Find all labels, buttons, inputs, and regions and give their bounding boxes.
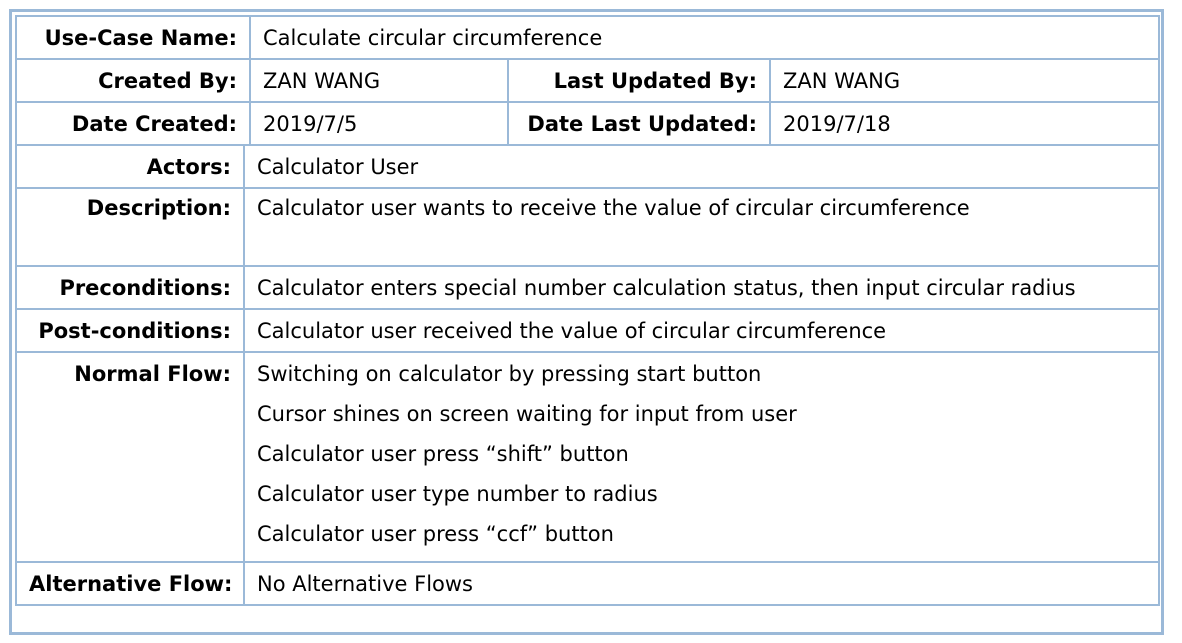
date-created-value: 2019/7/5 xyxy=(249,101,510,146)
use-case-name-row: Use-Case Name: Calculate circular circum… xyxy=(14,15,1161,60)
last-updated-by-value: ZAN WANG xyxy=(769,58,1161,103)
created-by-label: Created By: xyxy=(14,58,252,103)
date-created-row: Date Created: 2019/7/5 Date Last Updated… xyxy=(14,101,1161,146)
use-case-name-label: Use-Case Name: xyxy=(14,15,252,60)
normal-flow-step: Calculator user type number to radius xyxy=(257,482,658,506)
normal-flow-step: Calculator user press “ccf” button xyxy=(257,522,614,546)
normal-flow-row: Normal Flow: Switching on calculator by … xyxy=(15,351,1161,563)
preconditions-label: Preconditions: xyxy=(15,265,245,310)
postconditions-value: Calculator user received the value of ci… xyxy=(242,308,1161,353)
preconditions-row: Preconditions: Calculator enters special… xyxy=(15,265,1161,310)
actors-label: Actors: xyxy=(15,144,245,189)
use-case-name-value: Calculate circular circumference xyxy=(249,15,1161,60)
description-value: Calculator user wants to receive the val… xyxy=(242,187,1161,267)
normal-flow-label: Normal Flow: xyxy=(15,351,245,563)
created-by-row: Created By: ZAN WANG Last Updated By: ZA… xyxy=(14,58,1161,103)
alternative-flow-label: Alternative Flow: xyxy=(15,561,245,606)
date-created-label: Date Created: xyxy=(14,101,252,146)
date-last-updated-value: 2019/7/18 xyxy=(769,101,1161,146)
normal-flow-step: Cursor shines on screen waiting for inpu… xyxy=(257,402,797,426)
alternative-flow-value: No Alternative Flows xyxy=(242,561,1161,606)
normal-flow-step: Switching on calculator by pressing star… xyxy=(257,362,762,386)
last-updated-by-label: Last Updated By: xyxy=(507,58,772,103)
preconditions-value: Calculator enters special number calcula… xyxy=(242,265,1161,310)
normal-flow-cell: Switching on calculator by pressing star… xyxy=(242,351,1161,563)
postconditions-label: Post-conditions: xyxy=(15,308,245,353)
actors-value: Calculator User xyxy=(242,144,1161,189)
created-by-value: ZAN WANG xyxy=(249,58,510,103)
use-case-document: Use-Case Name: Calculate circular circum… xyxy=(9,9,1164,635)
alternative-flow-row: Alternative Flow: No Alternative Flows xyxy=(15,561,1161,606)
description-label: Description: xyxy=(15,187,245,267)
postconditions-row: Post-conditions: Calculator user receive… xyxy=(15,308,1161,353)
date-last-updated-label: Date Last Updated: xyxy=(507,101,772,146)
normal-flow-steps: Switching on calculator by pressing star… xyxy=(257,361,1146,560)
description-row: Description: Calculator user wants to re… xyxy=(15,187,1161,267)
normal-flow-step: Calculator user press “shift” button xyxy=(257,442,629,466)
use-case-table: Use-Case Name: Calculate circular circum… xyxy=(14,15,1161,606)
actors-row: Actors: Calculator User xyxy=(15,144,1161,189)
